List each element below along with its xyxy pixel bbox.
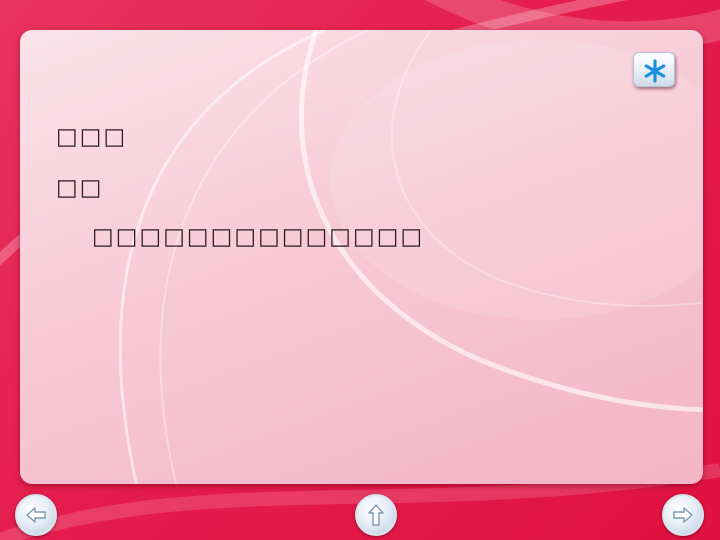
asterisk-button[interactable] — [633, 52, 675, 87]
asterisk-icon — [644, 59, 666, 83]
text-line-3: □□□□□□□□□□□□□□ — [92, 224, 425, 250]
arrow-up-icon — [368, 504, 384, 526]
content-card — [20, 30, 703, 484]
arrow-right-icon — [673, 507, 693, 523]
decorative-arcs — [118, 30, 703, 484]
slide-stage: □□□ □□ □□□□□□□□□□□□□□ — [0, 0, 720, 540]
text-line-1: □□□ — [56, 124, 128, 150]
previous-button[interactable] — [15, 494, 57, 536]
next-button[interactable] — [662, 494, 704, 536]
arrow-left-icon — [26, 507, 46, 523]
up-button[interactable] — [355, 494, 397, 536]
text-line-2: □□ — [56, 175, 104, 201]
